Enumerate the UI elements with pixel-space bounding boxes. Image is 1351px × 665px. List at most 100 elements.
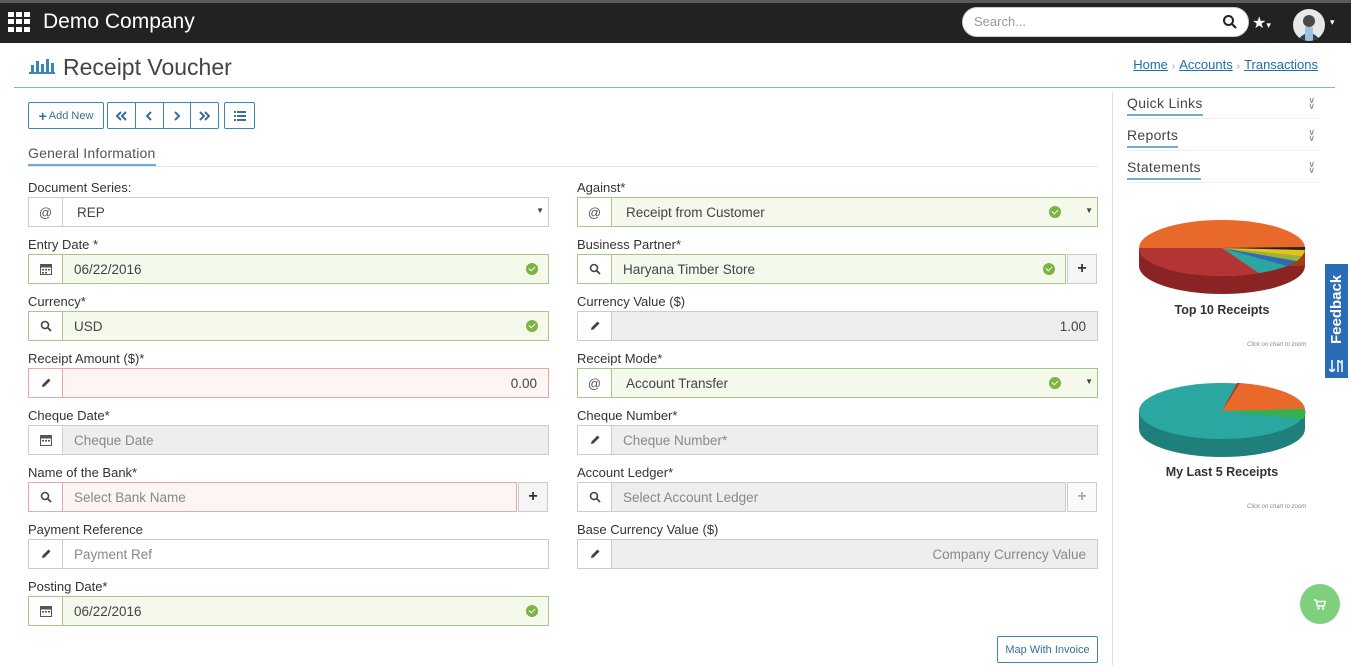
calendar-icon xyxy=(29,597,63,625)
calendar-icon xyxy=(29,426,63,454)
dropdown-caret-icon: ▼ xyxy=(1085,377,1093,386)
search-icon[interactable] xyxy=(578,483,612,511)
next-record-button[interactable] xyxy=(164,103,192,128)
receipt-amount-value: 0.00 xyxy=(510,375,537,391)
top-receipts-chart-title: Top 10 Receipts xyxy=(1174,303,1270,317)
currency-value: USD xyxy=(74,318,103,334)
bar-chart-icon xyxy=(29,59,55,74)
posting-date-value: 06/22/2016 xyxy=(74,603,142,619)
double-chevron-left-icon xyxy=(115,110,128,121)
general-information-heading: General Information xyxy=(28,145,156,166)
apps-grid-icon[interactable] xyxy=(8,12,30,32)
bank-name-placeholder: Select Bank Name xyxy=(74,489,186,505)
add-bank-button[interactable]: + xyxy=(518,482,548,512)
previous-record-button[interactable] xyxy=(136,103,164,128)
list-view-button[interactable] xyxy=(224,102,255,129)
valid-check-icon xyxy=(1043,263,1055,275)
list-icon xyxy=(233,110,246,121)
header-divider xyxy=(14,87,1335,88)
chart-zoom-note: Click on chart to zoom xyxy=(1247,342,1307,348)
company-name[interactable]: Demo Company xyxy=(43,10,195,34)
bank-name-field[interactable]: Select Bank Name xyxy=(28,482,517,512)
breadcrumb-transactions[interactable]: Transactions xyxy=(1244,57,1318,72)
favorites-star-icon[interactable]: ★▾ xyxy=(1252,13,1271,33)
plus-icon: + xyxy=(38,107,47,124)
last-receipts-pie-chart[interactable] xyxy=(1137,375,1307,461)
search-icon[interactable] xyxy=(29,483,63,511)
pencil-icon xyxy=(578,426,612,454)
feedback-label: Feedback xyxy=(1328,274,1345,344)
at-icon: @ xyxy=(29,198,63,226)
pencil-icon xyxy=(578,540,612,568)
entry-date-field[interactable]: 06/22/2016 xyxy=(28,254,549,284)
pencil-icon xyxy=(29,369,63,397)
account-ledger-placeholder: Select Account Ledger xyxy=(623,489,759,505)
pencil-icon xyxy=(29,540,63,568)
posting-date-field[interactable]: 06/22/2016 xyxy=(28,596,549,626)
map-with-invoice-button[interactable]: Map With Invoice xyxy=(997,636,1098,663)
last-record-button[interactable] xyxy=(191,103,218,128)
account-ledger-field[interactable]: Select Account Ledger xyxy=(577,482,1066,512)
chevron-left-icon xyxy=(145,110,152,121)
business-partner-field[interactable]: Haryana Timber Store xyxy=(577,254,1066,284)
cheque-number-field[interactable]: Cheque Number* xyxy=(577,425,1098,455)
user-menu-caret-icon[interactable]: ▾ xyxy=(1330,17,1335,28)
receipt-amount-field[interactable]: 0.00 xyxy=(28,368,549,398)
valid-check-icon xyxy=(526,320,538,332)
last-receipts-chart-title: My Last 5 Receipts xyxy=(1165,465,1279,479)
user-avatar[interactable] xyxy=(1293,9,1325,41)
top-receipts-pie-chart[interactable] xyxy=(1137,212,1307,298)
account-ledger-label: Account Ledger* xyxy=(577,465,674,480)
breadcrumb-accounts[interactable]: Accounts xyxy=(1179,57,1232,72)
record-nav-group xyxy=(107,102,219,129)
shopping-cart-icon xyxy=(1314,598,1326,610)
chevron-right-icon xyxy=(174,110,181,121)
entry-date-value: 06/22/2016 xyxy=(74,261,142,277)
base-currency-value-label: Base Currency Value ($) xyxy=(577,522,719,537)
search-input[interactable] xyxy=(974,14,1214,29)
cart-button[interactable] xyxy=(1300,584,1340,624)
dropdown-caret-icon: ▼ xyxy=(1085,206,1093,215)
search-box[interactable] xyxy=(962,7,1249,37)
valid-check-icon xyxy=(526,263,538,275)
posting-date-label: Posting Date* xyxy=(28,579,108,594)
cheque-date-field[interactable]: Cheque Date xyxy=(28,425,549,455)
currency-label: Currency* xyxy=(28,294,86,309)
add-new-button[interactable]: + Add New xyxy=(28,102,104,129)
cheque-date-placeholder: Cheque Date xyxy=(74,432,154,448)
receipt-mode-value: Account Transfer xyxy=(626,375,729,391)
double-chevron-right-icon xyxy=(198,110,211,121)
add-business-partner-button[interactable]: + xyxy=(1067,254,1097,284)
plus-icon: + xyxy=(1077,488,1087,505)
business-partner-value: Haryana Timber Store xyxy=(623,261,756,277)
accordion-statements[interactable]: Statements ∨ ∨ xyxy=(1127,159,1319,183)
currency-value-field[interactable]: 1.00 xyxy=(577,311,1098,341)
against-select[interactable]: @ Receipt from Customer ▼ xyxy=(577,197,1098,227)
accordion-quick-links[interactable]: Quick Links ∨ ∨ xyxy=(1127,95,1319,119)
page-header: Receipt Voucher Home › Accounts › Transactio… xyxy=(0,43,1351,88)
search-icon[interactable] xyxy=(578,255,612,283)
breadcrumb: Home › Accounts › Transactions xyxy=(1133,57,1318,72)
base-currency-value-field[interactable]: Company Currency Value xyxy=(577,539,1098,569)
against-value: Receipt from Customer xyxy=(626,204,765,220)
valid-check-icon xyxy=(1049,377,1061,389)
dropdown-caret-icon: ▼ xyxy=(536,206,544,215)
search-icon[interactable] xyxy=(29,312,63,340)
top-navbar: Demo Company ★▾ ▾ xyxy=(0,0,1351,43)
document-series-select[interactable]: @ REP ▼ xyxy=(28,197,549,227)
page-title: Receipt Voucher xyxy=(63,54,232,80)
receipt-mode-label: Receipt Mode* xyxy=(577,351,663,366)
search-icon[interactable] xyxy=(1222,14,1238,30)
add-account-ledger-button[interactable]: + xyxy=(1067,482,1097,512)
document-series-value: REP xyxy=(77,204,105,220)
receipt-mode-select[interactable]: @ Account Transfer ▼ xyxy=(577,368,1098,398)
pencil-icon xyxy=(578,312,612,340)
double-chevron-down-icon: ∨ ∨ xyxy=(1308,127,1315,143)
first-record-button[interactable] xyxy=(108,103,136,128)
accordion-reports[interactable]: Reports ∨ ∨ xyxy=(1127,127,1319,151)
sort-icon xyxy=(1329,360,1343,372)
payment-reference-field[interactable]: Payment Ref xyxy=(28,539,549,569)
feedback-tab[interactable]: Feedback xyxy=(1325,264,1348,378)
currency-field[interactable]: USD xyxy=(28,311,549,341)
breadcrumb-home[interactable]: Home xyxy=(1133,57,1168,72)
